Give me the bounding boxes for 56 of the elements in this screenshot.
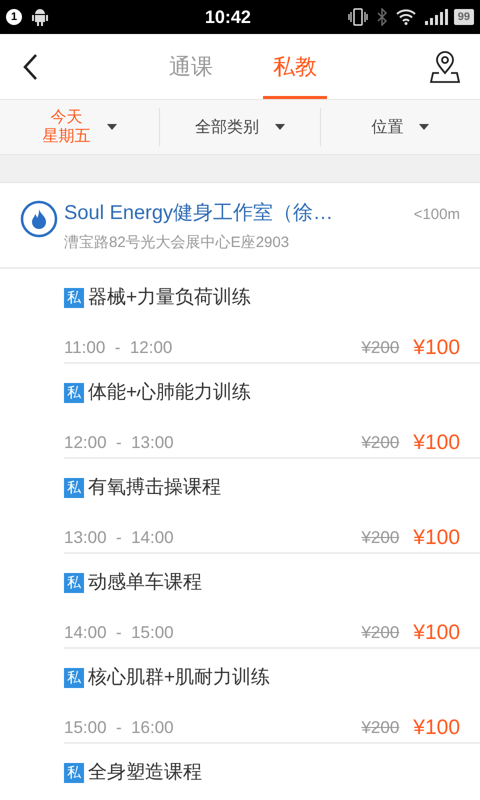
price: ¥100 xyxy=(413,715,460,741)
course-title: 器械+力量负荷训练 xyxy=(88,286,252,310)
private-tag: 私 xyxy=(64,762,84,783)
original-price: ¥200 xyxy=(361,622,400,644)
price: ¥100 xyxy=(413,430,460,456)
notification-count: 1 xyxy=(6,9,22,25)
original-price: ¥200 xyxy=(361,527,400,549)
course-time: 14:00 - 15:00 xyxy=(64,622,175,644)
course-row[interactable]: 私 核心肌群+肌耐力训练 15:00 - 16:00 ¥200 ¥100 xyxy=(64,648,480,744)
original-price: ¥200 xyxy=(361,717,400,739)
map-pin-icon[interactable] xyxy=(430,50,460,82)
course-time: 13:00 - 14:00 xyxy=(64,527,175,549)
course-title: 动感单车课程 xyxy=(88,570,202,594)
filter-label: 全部类别 xyxy=(194,118,259,136)
course-title: 全身塑造课程 xyxy=(88,760,202,784)
filter-label: 位置 xyxy=(371,118,404,136)
gym-address: 漕宝路82号光大会展中心E座2903 xyxy=(64,233,290,253)
caret-icon xyxy=(106,124,117,130)
course-time: 11:00 - 12:00 xyxy=(64,337,174,359)
course-row[interactable]: 私 器械+力量负荷训练 11:00 - 12:00 ¥200 ¥100 xyxy=(64,268,480,364)
gym-name[interactable]: Soul Energy健身工作室（徐… xyxy=(64,198,414,228)
android-icon xyxy=(32,8,48,26)
original-price: ¥200 xyxy=(361,432,400,454)
filter-dropdown[interactable]: 全部类别 xyxy=(159,108,320,146)
private-tag: 私 xyxy=(64,572,84,593)
private-tag: 私 xyxy=(64,668,84,688)
bluetooth-icon xyxy=(376,8,388,26)
private-tag: 私 xyxy=(64,288,84,308)
price: ¥100 xyxy=(413,335,460,361)
course-title: 体能+心肺能力训练 xyxy=(88,380,252,404)
back-icon[interactable] xyxy=(22,52,38,80)
course-row[interactable]: 私 动感单车课程 14:00 - 15:00 ¥200 ¥100 xyxy=(64,554,480,648)
course-time: 15:00 - 16:00 xyxy=(64,717,175,739)
original-price: ¥200 xyxy=(361,337,400,359)
price: ¥100 xyxy=(413,525,460,551)
vibrate-icon xyxy=(348,8,368,26)
course-time: 12:00 - 13:00 xyxy=(64,432,175,454)
course-row[interactable]: 私 全身塑造课程 xyxy=(64,744,480,800)
course-title: 有氧搏击操课程 xyxy=(88,476,221,500)
course-row[interactable]: 私 体能+心肺能力训练 12:00 - 13:00 ¥200 ¥100 xyxy=(64,364,480,458)
distance: <100m xyxy=(414,205,460,225)
signal-icon xyxy=(424,9,448,25)
clock-time: 10:42 xyxy=(204,6,251,28)
course-title: 核心肌群+肌耐力训练 xyxy=(88,666,270,690)
filter-sublabel: 星期五 xyxy=(42,127,91,146)
filter-dropdown[interactable]: 位置 xyxy=(320,108,480,146)
flame-logo-icon xyxy=(20,200,58,238)
private-tag: 私 xyxy=(64,382,84,403)
course-row[interactable]: 私 有氧搏击操课程 13:00 - 14:00 ¥200 ¥100 xyxy=(64,458,480,554)
price: ¥100 xyxy=(413,620,460,646)
wifi-icon xyxy=(396,9,416,25)
battery-level: 99 xyxy=(454,9,474,25)
private-tag: 私 xyxy=(64,478,84,498)
caret-icon xyxy=(419,124,430,130)
caret-icon xyxy=(274,124,285,130)
filter-label: 今天 xyxy=(50,108,83,127)
